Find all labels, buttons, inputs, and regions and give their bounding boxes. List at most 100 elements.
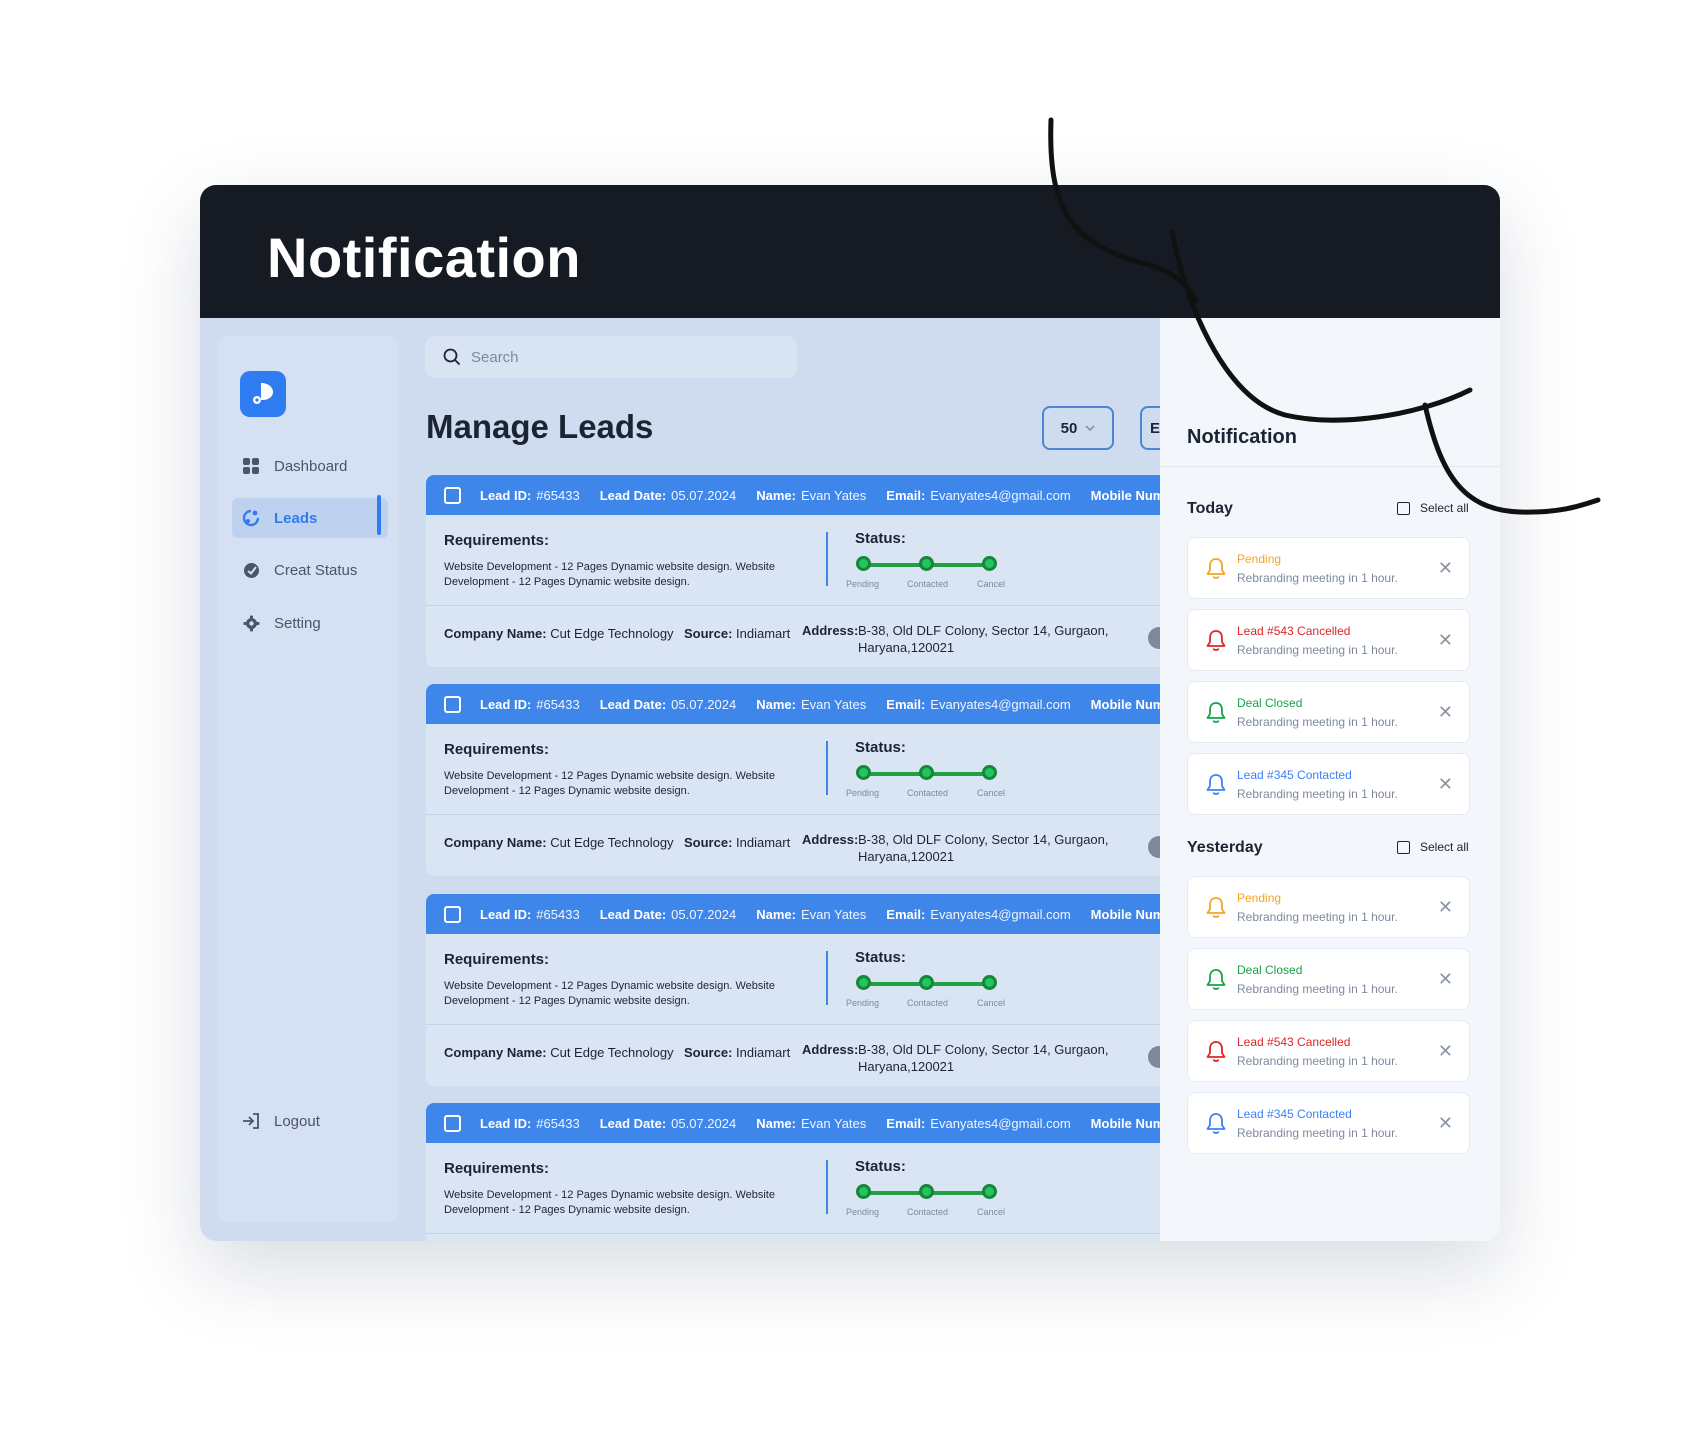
notification-item[interactable]: Lead #345 Contacted Rebranding meeting i…: [1187, 753, 1470, 815]
gear-icon: [242, 614, 260, 632]
logout-icon: [242, 1112, 260, 1130]
notification-item[interactable]: Lead #543 Cancelled Rebranding meeting i…: [1187, 1020, 1470, 1082]
notification-item[interactable]: Deal Closed Rebranding meeting in 1 hour…: [1187, 948, 1470, 1010]
logout-button[interactable]: Logout: [232, 1101, 388, 1141]
lead-card[interactable]: Lead ID: #65433 Lead Date: 05.07.2024 Name…: [426, 684, 1186, 876]
address-value: B-38, Old DLF Colony, Sector 14, Gurgaon…: [858, 832, 1109, 864]
lead-card[interactable]: Lead ID: #65433 Lead Date: 05.07.2024 Name…: [426, 475, 1186, 667]
notification-item[interactable]: Pending Rebranding meeting in 1 hour. ✕: [1187, 876, 1470, 938]
sidebar-item-leads[interactable]: Leads: [232, 498, 388, 538]
status-step-pending[interactable]: [856, 556, 871, 571]
status-step-cancel[interactable]: [982, 556, 997, 571]
lead-checkbox[interactable]: [444, 486, 461, 504]
search-placeholder: Search: [471, 348, 519, 366]
lead-id-label: Lead ID:: [480, 696, 532, 712]
sidebar-item-label: Creat Status: [274, 561, 358, 579]
search-input[interactable]: Search: [425, 336, 797, 378]
status-step-cancel[interactable]: [982, 975, 997, 990]
app-window: Dashboard Leads Creat Status Setting Log…: [200, 318, 1200, 1241]
notification-item[interactable]: Pending Rebranding meeting in 1 hour. ✕: [1187, 537, 1470, 599]
step-label-contacted: Contacted: [907, 579, 949, 589]
address-value: B-38, Old DLF Colony, Sector 14, Gurgaon…: [858, 1042, 1109, 1074]
notification-item[interactable]: Deal Closed Rebranding meeting in 1 hour…: [1187, 681, 1470, 743]
status-title: Status:: [855, 530, 906, 547]
close-icon[interactable]: ✕: [1438, 558, 1453, 579]
status-step-cancel[interactable]: [982, 1184, 997, 1199]
lead-date-label: Lead Date:: [599, 906, 667, 922]
step-label-contacted: Contacted: [907, 998, 949, 1008]
status-title: Status:: [855, 739, 906, 756]
company-label: Company Name:: [444, 626, 547, 641]
sidebar-item-creat-status[interactable]: Creat Status: [232, 550, 388, 590]
bell-icon: [1205, 968, 1227, 997]
lead-name: Evan Yates: [800, 906, 867, 922]
notification-title: Lead #543 Cancelled: [1237, 1035, 1351, 1049]
address-value: B-38, Old DLF Colony, Sector 14, Gurgaon…: [858, 623, 1109, 655]
lead-id-label: Lead ID:: [480, 1115, 532, 1131]
sidebar-item-dashboard[interactable]: Dashboard: [232, 446, 388, 486]
close-icon[interactable]: ✕: [1438, 897, 1453, 918]
lead-date: 05.07.2024: [671, 487, 737, 503]
lead-date: 05.07.2024: [671, 906, 737, 922]
grid-icon: [242, 457, 260, 475]
group-today-label: Today: [1187, 500, 1233, 517]
step-label-pending: Pending: [846, 788, 880, 798]
select-all-today[interactable]: Select all: [1397, 501, 1469, 515]
per-page-select[interactable]: 50: [1042, 406, 1114, 450]
close-icon[interactable]: ✕: [1438, 702, 1453, 723]
close-icon[interactable]: ✕: [1438, 1113, 1453, 1134]
close-icon[interactable]: ✕: [1438, 1041, 1453, 1062]
group-yesterday-label: Yesterday: [1187, 839, 1263, 856]
notification-item[interactable]: Lead #345 Contacted Rebranding meeting i…: [1187, 1092, 1470, 1154]
notification-subtitle: Rebranding meeting in 1 hour.: [1237, 910, 1398, 924]
status-title: Status:: [855, 1158, 906, 1175]
lead-date: 05.07.2024: [671, 696, 737, 712]
lead-card[interactable]: Lead ID: #65433 Lead Date: 05.07.2024 Name…: [426, 894, 1186, 1086]
status-step-pending[interactable]: [856, 765, 871, 780]
lead-name: Evan Yates: [800, 1115, 867, 1131]
source-label: Source:: [684, 626, 733, 641]
step-label-contacted: Contacted: [907, 788, 949, 798]
lead-card[interactable]: Lead ID: #65433 Lead Date: 05.07.2024 Name…: [426, 1103, 1186, 1241]
notification-title: Deal Closed: [1237, 696, 1303, 710]
chevron-down-icon: [1085, 425, 1095, 431]
company-info: Company Name: Cut Edge Technology: [444, 625, 674, 642]
lead-name-label: Name:: [756, 696, 796, 712]
lead-checkbox[interactable]: [444, 905, 461, 923]
status-step-pending[interactable]: [856, 975, 871, 990]
step-label-cancel: Cancel: [977, 579, 1006, 589]
lead-checkbox[interactable]: [444, 1114, 461, 1132]
lead-header: Lead ID: #65433 Lead Date: 05.07.2024 Name…: [426, 475, 1186, 515]
requirements-title: Requirements:: [444, 951, 550, 968]
notification-subtitle: Rebranding meeting in 1 hour.: [1237, 787, 1398, 801]
status-step-contacted[interactable]: [919, 975, 934, 990]
status-step-pending[interactable]: [856, 1184, 871, 1199]
checkbox[interactable]: [1397, 840, 1410, 854]
notification-title: Notification: [1187, 426, 1297, 448]
close-icon[interactable]: ✕: [1438, 969, 1453, 990]
notification-item[interactable]: Lead #543 Cancelled Rebranding meeting i…: [1187, 609, 1470, 671]
divider: [826, 741, 828, 795]
showcase-frame: Notification Dashboard Leads Creat Statu…: [200, 185, 1500, 1241]
divider: [426, 605, 1186, 606]
status-step-contacted[interactable]: [919, 765, 934, 780]
close-icon[interactable]: ✕: [1438, 630, 1453, 651]
notification-panel: Notification Today Select all Yesterday …: [1160, 318, 1500, 1241]
sidebar-item-setting[interactable]: Setting: [232, 603, 388, 643]
requirements-title: Requirements:: [444, 1160, 550, 1177]
company-value: Cut Edge Technology: [550, 626, 674, 641]
checkbox[interactable]: [1397, 501, 1410, 515]
bell-icon: [1205, 701, 1227, 730]
lead-id: #65433: [536, 487, 580, 503]
status-step-cancel[interactable]: [982, 765, 997, 780]
lead-email: Evanyates4@gmail.com: [930, 696, 1071, 712]
select-all-label: Select all: [1420, 501, 1469, 515]
select-all-yesterday[interactable]: Select all: [1397, 840, 1469, 854]
status-step-contacted[interactable]: [919, 1184, 934, 1199]
lead-checkbox[interactable]: [444, 695, 461, 713]
lead-name-label: Name:: [756, 1115, 796, 1131]
company-value: Cut Edge Technology: [550, 835, 674, 850]
close-icon[interactable]: ✕: [1438, 774, 1453, 795]
step-label-pending: Pending: [846, 1207, 880, 1217]
status-step-contacted[interactable]: [919, 556, 934, 571]
